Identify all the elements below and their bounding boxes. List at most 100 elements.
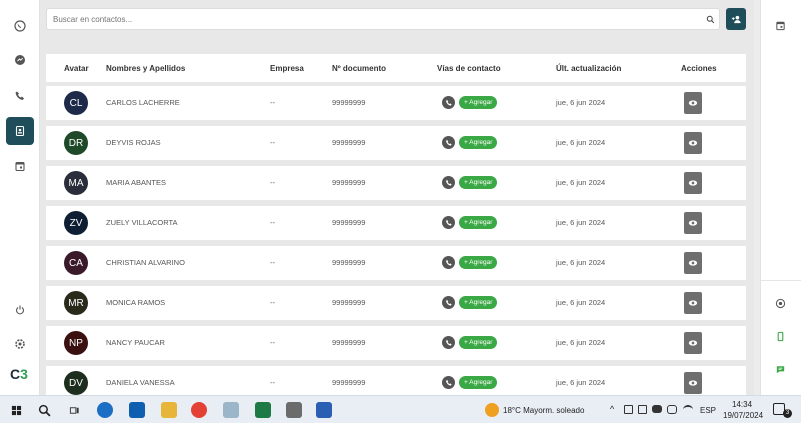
contact-name: DEYVIS ROJAS <box>106 138 161 147</box>
chat-icon[interactable] <box>773 362 787 376</box>
add-contact-button[interactable] <box>726 8 746 30</box>
messenger-icon[interactable] <box>6 46 34 74</box>
search-icon[interactable] <box>703 12 717 26</box>
contact-name: DANIELA VANESSA <box>106 378 175 387</box>
chrome-icon[interactable] <box>191 402 207 418</box>
clock-date[interactable]: 19/07/2024 <box>723 411 763 420</box>
calculator-icon[interactable] <box>286 402 302 418</box>
app-window: C3 Avatar Nombres y Apellidos Empresa Nº… <box>0 0 801 400</box>
contact-company: -- <box>270 298 275 307</box>
search-bar <box>46 8 720 30</box>
language-indicator[interactable]: ESP <box>700 406 716 415</box>
view-button[interactable] <box>684 332 702 354</box>
contact-name: NANCY PAUCAR <box>106 338 165 347</box>
view-button[interactable] <box>684 372 702 394</box>
view-button[interactable] <box>684 252 702 274</box>
phone-icon[interactable] <box>442 296 455 309</box>
contact-document: 99999999 <box>332 298 366 307</box>
contact-updated: jue, 6 jun 2024 <box>556 98 606 107</box>
mobile-icon[interactable] <box>773 329 787 343</box>
avatar: ZV <box>64 211 88 235</box>
phone-icon[interactable] <box>442 136 455 149</box>
add-contact-channel-button[interactable]: + Agregar <box>459 256 498 269</box>
view-button[interactable] <box>684 92 702 114</box>
search-icon[interactable] <box>36 402 52 418</box>
clock-time[interactable]: 14:34 <box>732 400 752 409</box>
battery-icon[interactable] <box>652 405 662 413</box>
file-explorer-icon[interactable] <box>161 402 177 418</box>
phone-icon[interactable] <box>442 176 455 189</box>
add-contact-channel-button[interactable]: + Agregar <box>459 176 498 189</box>
chevron-up-icon[interactable]: ^ <box>610 404 614 414</box>
monitor-icon[interactable] <box>667 405 677 414</box>
power-icon[interactable] <box>6 296 34 324</box>
contact-updated: jue, 6 jun 2024 <box>556 378 606 387</box>
header-updated: Últ. actualización <box>556 63 622 73</box>
app-window-icon[interactable] <box>223 402 239 418</box>
contact-document: 99999999 <box>332 138 366 147</box>
notification-count: 3 <box>783 409 792 418</box>
contact-updated: jue, 6 jun 2024 <box>556 258 606 267</box>
eye-icon <box>688 340 698 346</box>
contacts-icon[interactable] <box>6 117 34 145</box>
phone-icon[interactable] <box>442 256 455 269</box>
avatar: DR <box>64 131 88 155</box>
phone-icon[interactable] <box>442 336 455 349</box>
contact-document: 99999999 <box>332 258 366 267</box>
word-icon[interactable] <box>316 402 332 418</box>
weather-text[interactable]: 18°C Mayorm. soleado <box>503 406 584 415</box>
table-row: NP NANCY PAUCAR -- 99999999 + Agregar ju… <box>46 326 746 360</box>
settings-icon[interactable] <box>6 330 34 358</box>
edge-icon[interactable] <box>97 402 113 418</box>
target-icon[interactable] <box>773 296 787 310</box>
table-row: CA CHRISTIAN ALVARINO -- 99999999 + Agre… <box>46 246 746 280</box>
contact-company: -- <box>270 258 275 267</box>
tray-icon[interactable] <box>638 405 647 414</box>
contact-document: 99999999 <box>332 218 366 227</box>
calendar-icon[interactable] <box>6 152 34 180</box>
view-button[interactable] <box>684 132 702 154</box>
excel-icon[interactable] <box>255 402 271 418</box>
table-row: MR MONICA RAMOS -- 99999999 + Agregar ju… <box>46 286 746 320</box>
avatar: DV <box>64 371 88 395</box>
phone-icon[interactable] <box>6 82 34 110</box>
add-contact-channel-button[interactable]: + Agregar <box>459 376 498 389</box>
contact-updated: jue, 6 jun 2024 <box>556 138 606 147</box>
windows-start-icon[interactable] <box>8 402 24 418</box>
contact-name: MARIA ABANTES <box>106 178 167 187</box>
add-contact-channel-button[interactable]: + Agregar <box>459 296 498 309</box>
wifi-icon[interactable] <box>683 405 693 414</box>
contact-updated: jue, 6 jun 2024 <box>556 298 606 307</box>
whatsapp-icon[interactable] <box>6 12 34 40</box>
calendar-icon[interactable] <box>773 18 787 32</box>
tray-icon[interactable] <box>624 405 633 414</box>
table-row: ZV ZUELY VILLACORTA -- 99999999 + Agrega… <box>46 206 746 240</box>
add-contact-channel-button[interactable]: + Agregar <box>459 336 498 349</box>
contact-updated: jue, 6 jun 2024 <box>556 218 606 227</box>
app-logo: C3 <box>10 366 28 382</box>
task-view-icon[interactable] <box>66 402 82 418</box>
view-button[interactable] <box>684 212 702 234</box>
view-button[interactable] <box>684 292 702 314</box>
contact-updated: jue, 6 jun 2024 <box>556 338 606 347</box>
table-header: Avatar Nombres y Apellidos Empresa Nº do… <box>46 54 746 82</box>
eye-icon <box>688 220 698 226</box>
add-contact-channel-button[interactable]: + Agregar <box>459 216 498 229</box>
search-input[interactable] <box>47 9 687 30</box>
outlook-icon[interactable] <box>129 402 145 418</box>
add-contact-channel-button[interactable]: + Agregar <box>459 136 498 149</box>
contact-name: CHRISTIAN ALVARINO <box>106 258 185 267</box>
eye-icon <box>688 300 698 306</box>
avatar: CL <box>64 91 88 115</box>
phone-icon[interactable] <box>442 216 455 229</box>
table-row: MA MARIA ABANTES -- 99999999 + Agregar j… <box>46 166 746 200</box>
eye-icon <box>688 180 698 186</box>
view-button[interactable] <box>684 172 702 194</box>
contact-company: -- <box>270 98 275 107</box>
add-contact-channel-button[interactable]: + Agregar <box>459 96 498 109</box>
weather-icon[interactable] <box>485 403 499 417</box>
right-sidebar <box>760 0 801 395</box>
phone-icon[interactable] <box>442 376 455 389</box>
avatar: NP <box>64 331 88 355</box>
phone-icon[interactable] <box>442 96 455 109</box>
